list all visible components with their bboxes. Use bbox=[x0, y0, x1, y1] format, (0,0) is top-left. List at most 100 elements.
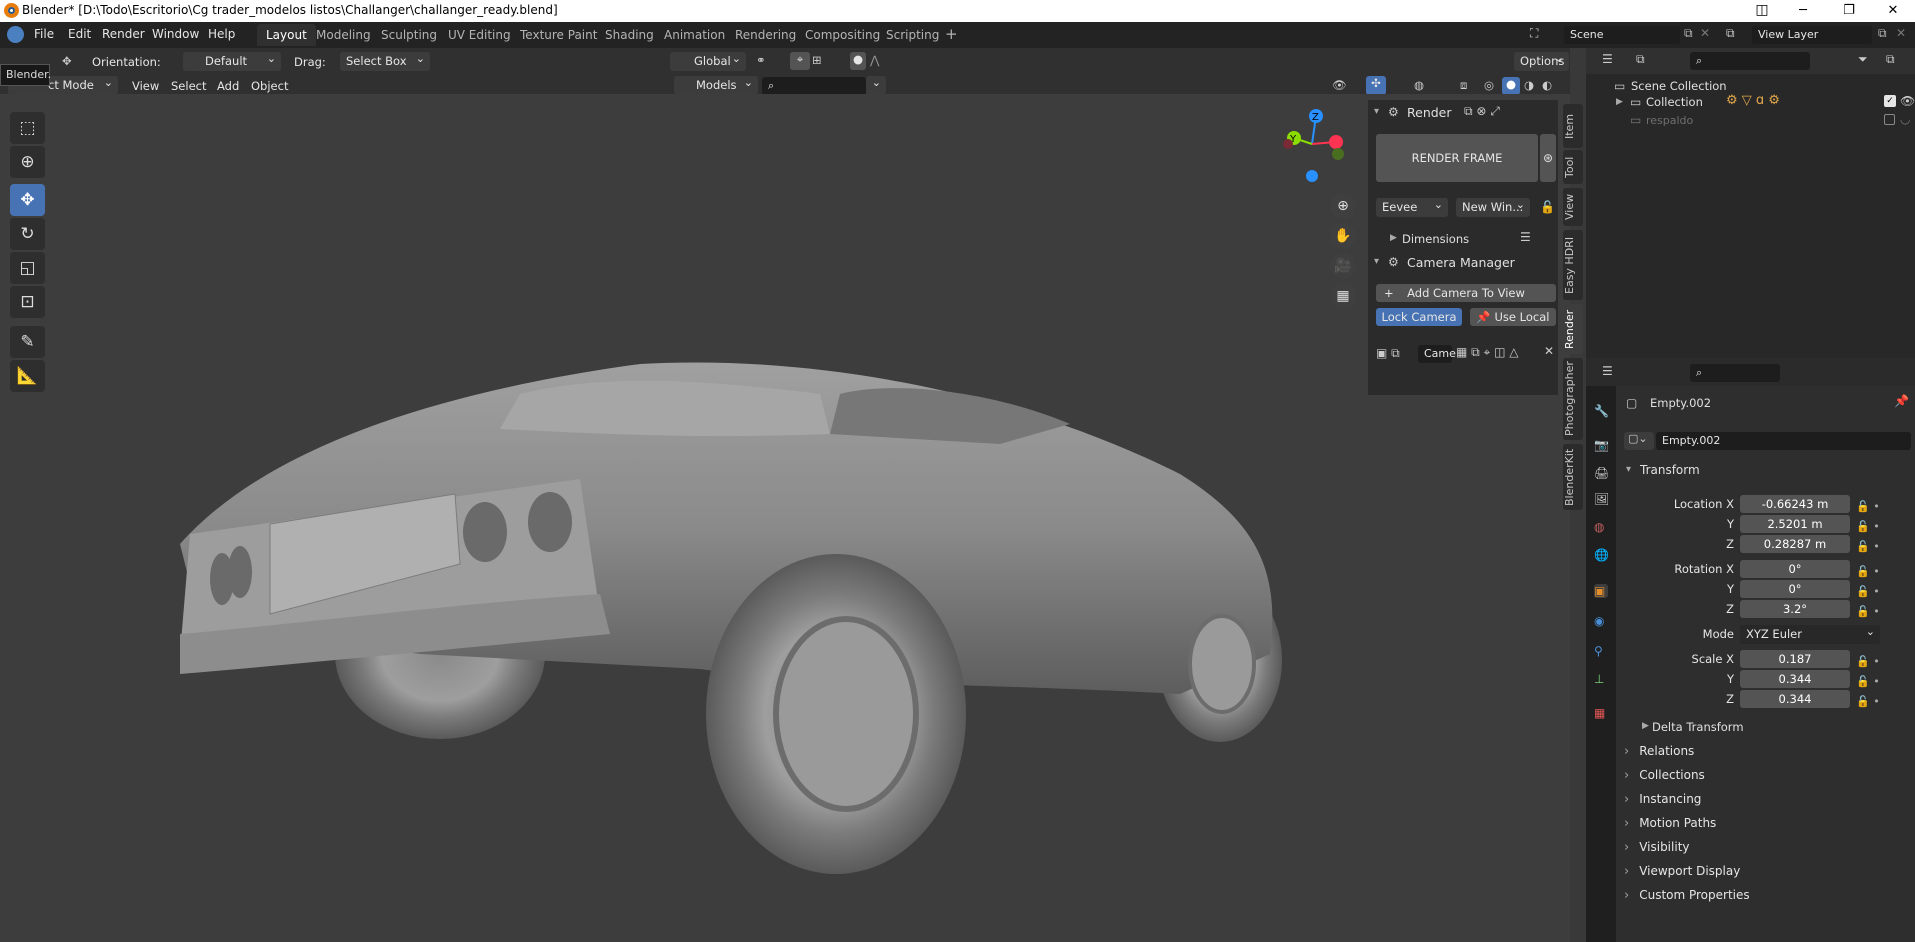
collection-label[interactable]: Collection bbox=[1646, 95, 1703, 109]
cursor-tool-icon[interactable]: ⊕ bbox=[10, 146, 45, 178]
expand-collection-icon[interactable]: ▶ bbox=[1616, 97, 1623, 107]
render-output-dropdown[interactable]: New Win... bbox=[1456, 195, 1530, 217]
delete-view-layer-icon[interactable]: ✕ bbox=[1896, 26, 1906, 40]
use-local-button[interactable]: 📌 Use Local bbox=[1470, 308, 1556, 326]
visibility-icon[interactable]: 👁 bbox=[1332, 78, 1347, 92]
add-camera-button[interactable]: + Add Camera To View bbox=[1376, 284, 1556, 302]
camera-view-icon[interactable]: 🎥 bbox=[1330, 253, 1356, 279]
select-menu[interactable]: Select bbox=[171, 79, 206, 93]
scene-field[interactable]: Scene bbox=[1564, 26, 1680, 44]
film-reel-icon[interactable]: ⊛ bbox=[1540, 134, 1556, 182]
lock-icon[interactable]: 🔓 bbox=[1540, 200, 1555, 214]
transform-lock-icons[interactable]: 🔓 • 🔓 • 🔓 • bbox=[1856, 497, 1880, 557]
filter-dropdown[interactable] bbox=[866, 73, 886, 95]
scale-tool-icon[interactable]: ◱ bbox=[10, 252, 45, 284]
collapse-transform-icon[interactable]: ▾ bbox=[1626, 464, 1631, 475]
properties-editor-type-icon[interactable]: ☰ bbox=[1602, 364, 1613, 378]
outliner-search-input[interactable]: ⌕ bbox=[1690, 52, 1810, 70]
menu-file[interactable]: File bbox=[34, 27, 54, 41]
menu-render[interactable]: Render bbox=[102, 27, 145, 41]
list-icon[interactable]: ☰ bbox=[1520, 230, 1531, 244]
delta-transform-header[interactable]: Delta Transform bbox=[1652, 720, 1744, 734]
close-button[interactable]: ✕ bbox=[1870, 0, 1915, 22]
hidden-eye-icon[interactable]: ◡ bbox=[1900, 112, 1910, 126]
measure-tool-icon[interactable]: 📐 bbox=[10, 360, 45, 392]
viewport-search-input[interactable]: ⌕ bbox=[762, 77, 866, 95]
close-camera-icon[interactable]: ✕ bbox=[1544, 344, 1554, 358]
scene-properties-icon[interactable]: ◍ bbox=[1594, 520, 1608, 534]
render-frame-button[interactable]: RENDER FRAME bbox=[1376, 134, 1538, 182]
camera-tool-icons[interactable]: ▦ ⧉ ⌖ ◫ △ bbox=[1456, 345, 1519, 360]
menu-window[interactable]: Window bbox=[152, 27, 199, 41]
pivot-icon[interactable]: ⚭ bbox=[756, 53, 766, 67]
3d-viewport[interactable]: ⬚ ⊕ ✥ ↻ ◱ ⊡ ✎ 📐 Z Y ⊕ ✋ 🎥 ▦ bbox=[0, 94, 1570, 942]
transform-header[interactable]: Transform bbox=[1640, 463, 1700, 477]
annotate-tool-icon[interactable]: ✎ bbox=[10, 326, 45, 358]
scale-z-field[interactable]: 0.344 bbox=[1740, 690, 1850, 708]
minimize-button[interactable]: ─ bbox=[1780, 0, 1826, 22]
filter-icon[interactable]: ⏷ bbox=[1858, 52, 1868, 67]
collection-filter-dropdown[interactable]: Models bbox=[674, 73, 758, 95]
render-properties-icon[interactable]: 📷 bbox=[1594, 438, 1609, 452]
wireframe-shading-icon[interactable]: ◎ bbox=[1484, 78, 1494, 92]
view-menu[interactable]: View bbox=[132, 79, 159, 93]
render-engine-dropdown[interactable]: Eevee bbox=[1376, 195, 1448, 217]
tab-compositing[interactable]: Compositing bbox=[796, 24, 889, 46]
tab-item[interactable]: Item bbox=[1563, 104, 1583, 148]
world-properties-icon[interactable]: 🌐 bbox=[1594, 548, 1609, 562]
tab-uv-editing[interactable]: UV Editing bbox=[439, 24, 520, 46]
location-y-field[interactable]: 2.5201 m bbox=[1740, 515, 1850, 533]
editor-type-icon[interactable]: ☰ bbox=[1602, 52, 1613, 66]
tab-photographer[interactable]: Photographer bbox=[1563, 358, 1583, 440]
material-shading-icon[interactable]: ◑ bbox=[1524, 78, 1534, 92]
scale-lock-icons[interactable]: 🔓 • 🔓 • 🔓 • bbox=[1856, 652, 1880, 712]
respaldo-checkbox[interactable] bbox=[1884, 114, 1895, 125]
pan-hand-icon[interactable]: ✋ bbox=[1330, 223, 1356, 249]
tab-modeling[interactable]: Modeling bbox=[307, 24, 380, 46]
scene-collection-label[interactable]: Scene Collection bbox=[1631, 79, 1727, 93]
section-motion-paths[interactable]: Motion Paths bbox=[1624, 816, 1716, 831]
new-view-layer-icon[interactable]: ⧉ bbox=[1878, 26, 1887, 41]
snap-icon[interactable]: ⌖ bbox=[790, 52, 810, 70]
section-instancing[interactable]: Instancing bbox=[1624, 792, 1701, 807]
respaldo-label[interactable]: respaldo bbox=[1646, 114, 1693, 127]
section-viewport-display[interactable]: Viewport Display bbox=[1624, 864, 1740, 879]
navigation-gizmo[interactable]: Z Y bbox=[1278, 108, 1348, 188]
texture-properties-icon[interactable]: ▦ bbox=[1594, 706, 1608, 720]
menu-help[interactable]: Help bbox=[208, 27, 235, 41]
collapse-render-icon[interactable]: ▾ bbox=[1374, 106, 1379, 117]
view-layer-icon[interactable]: ⧉ bbox=[1726, 26, 1735, 41]
orientation-dropdown[interactable]: Default bbox=[183, 49, 281, 71]
tab-view[interactable]: View bbox=[1563, 188, 1583, 226]
location-x-field[interactable]: -0.66243 m bbox=[1740, 495, 1850, 513]
tab-blenderkit[interactable]: BlenderKit bbox=[1563, 444, 1583, 510]
delete-scene-icon[interactable]: ✕ bbox=[1700, 26, 1710, 40]
tool-properties-icon[interactable]: 🔧 bbox=[1594, 404, 1609, 418]
tab-shading[interactable]: Shading bbox=[596, 24, 663, 46]
proportional-edit-icon[interactable]: ● bbox=[850, 52, 866, 70]
tab-rendering[interactable]: Rendering bbox=[726, 24, 805, 46]
section-visibility[interactable]: Visibility bbox=[1624, 840, 1689, 855]
physics-properties-icon[interactable]: ◉ bbox=[1594, 614, 1608, 628]
tab-scripting[interactable]: Scripting bbox=[877, 24, 948, 46]
visibility-eye-icon[interactable]: 👁 bbox=[1900, 94, 1915, 108]
tab-tool[interactable]: Tool bbox=[1563, 150, 1583, 184]
tab-animation[interactable]: Animation bbox=[655, 24, 734, 46]
scene-icon[interactable]: ⛶ bbox=[1530, 26, 1538, 41]
object-properties-icon[interactable]: ▣ bbox=[1594, 584, 1608, 598]
gizmo-toggle-icon[interactable]: ✣ bbox=[1366, 76, 1386, 95]
expand-delta-icon[interactable]: ▶ bbox=[1642, 721, 1649, 731]
tab-render[interactable]: Render bbox=[1563, 304, 1583, 354]
dimensions-label[interactable]: Dimensions bbox=[1402, 232, 1469, 246]
blender-menu-icon[interactable] bbox=[7, 26, 24, 43]
collapse-camera-manager-icon[interactable]: ▾ bbox=[1374, 256, 1379, 267]
location-z-field[interactable]: 0.28287 m bbox=[1740, 535, 1850, 553]
drag-dropdown[interactable]: Select Box bbox=[340, 49, 430, 71]
rotation-y-field[interactable]: 0° bbox=[1740, 580, 1850, 598]
add-workspace-icon[interactable]: + bbox=[945, 25, 958, 43]
pin-icon[interactable]: 📌 bbox=[1894, 394, 1909, 408]
new-collection-icon[interactable]: ⧉ bbox=[1886, 52, 1895, 67]
rendered-shading-icon[interactable]: ◐ bbox=[1542, 78, 1552, 92]
grid-perspective-icon[interactable]: ▦ bbox=[1330, 283, 1356, 309]
lock-camera-button[interactable]: Lock Camera bbox=[1376, 308, 1462, 326]
